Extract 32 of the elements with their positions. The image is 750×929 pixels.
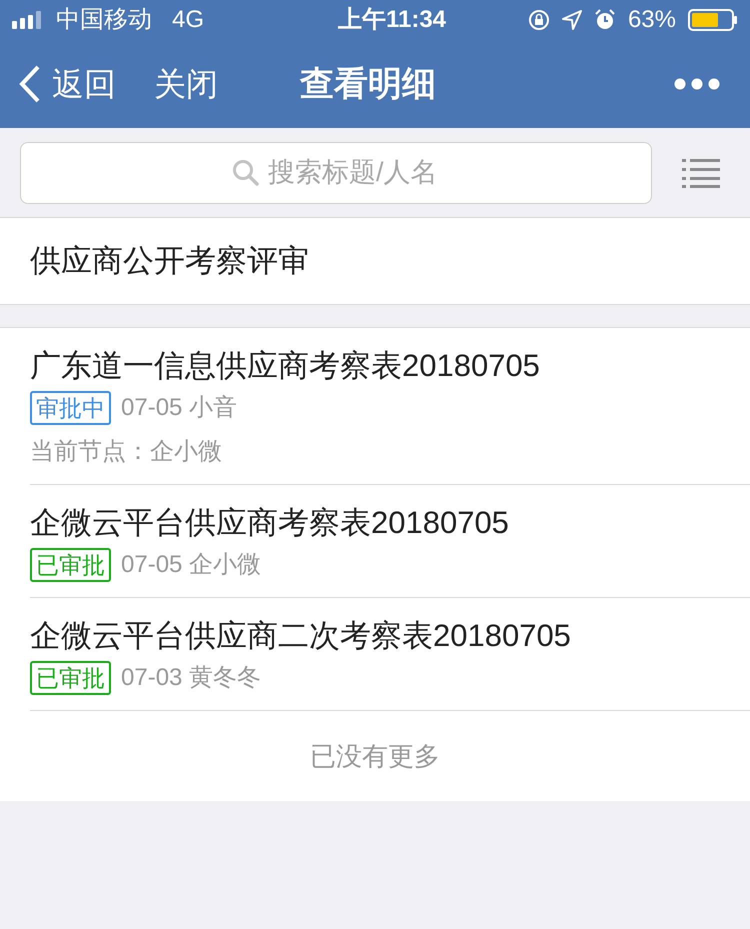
item-title: 企微云平台供应商考察表20180705	[30, 504, 510, 542]
back-button[interactable]: 返回	[18, 60, 116, 108]
item-title: 广东道一信息供应商考察表20180705	[30, 347, 541, 385]
approval-item[interactable]: 企微云平台供应商二次考察表20180705 已审批 07-03 黄冬冬	[30, 598, 750, 711]
list-icon	[682, 158, 720, 188]
approval-item[interactable]: 企微云平台供应商考察表20180705 已审批 07-05 企小微	[30, 485, 750, 598]
rotation-lock-icon	[528, 9, 550, 31]
alarm-icon	[594, 9, 616, 31]
item-meta: 07-05 企小微	[121, 550, 262, 580]
network-type: 4G	[172, 5, 204, 35]
search-input[interactable]: 搜索标题/人名	[268, 152, 440, 193]
item-meta: 07-03 黄冬冬	[121, 663, 262, 693]
current-node-text: 当前节点：企小微	[30, 438, 222, 465]
status-tag: 审批中	[30, 391, 111, 425]
carrier-name: 中国移动	[56, 5, 152, 35]
location-arrow-icon	[562, 10, 582, 30]
back-chevron-icon	[18, 64, 42, 104]
list-menu-button[interactable]	[682, 158, 720, 188]
more-dots-icon	[674, 78, 720, 90]
no-more-text: 已没有更多	[310, 740, 440, 772]
status-tag: 已审批	[30, 661, 111, 695]
status-tag: 已审批	[30, 548, 111, 582]
clock-time: 上午11:34	[338, 5, 446, 35]
item-title: 企微云平台供应商二次考察表20180705	[30, 617, 572, 655]
battery-percent: 63%	[628, 5, 676, 35]
search-icon	[232, 158, 260, 186]
close-button[interactable]: 关闭	[154, 60, 218, 108]
battery-icon	[688, 9, 738, 31]
section-title: 供应商公开考察评审	[30, 242, 309, 280]
approval-item[interactable]: 广东道一信息供应商考察表20180705 审批中 07-05 小音 当前节点：企小微	[30, 328, 750, 485]
item-meta: 07-05 小音	[121, 393, 238, 423]
page-title: 查看明细	[300, 64, 436, 104]
